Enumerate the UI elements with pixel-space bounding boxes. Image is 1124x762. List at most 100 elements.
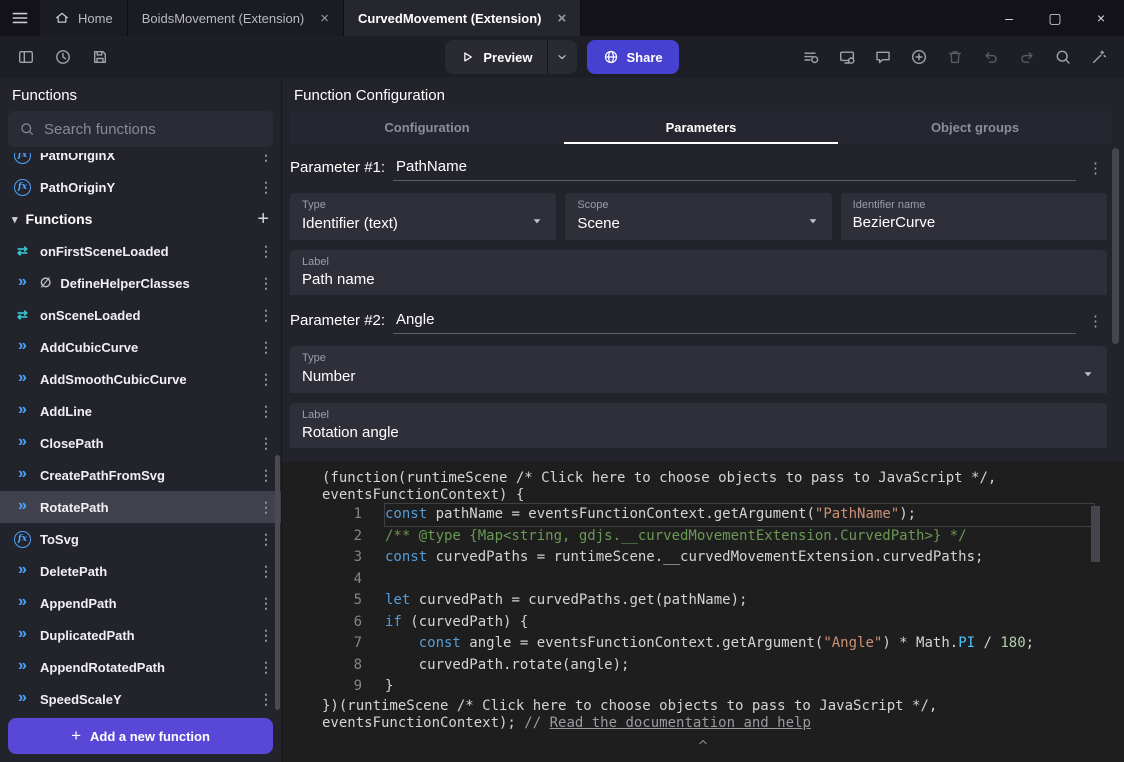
code-line[interactable]: 5let curvedPath = curvedPaths.get(pathNa… bbox=[282, 590, 1124, 612]
tab-configuration[interactable]: Configuration bbox=[290, 111, 564, 144]
add-circle-button[interactable] bbox=[903, 42, 934, 73]
parameter-menu-icon[interactable]: ⋮ bbox=[1084, 159, 1107, 181]
code-wrapper-line[interactable]: })(runtimeScene /* Click here to choose … bbox=[282, 698, 1124, 715]
code-line[interactable]: 6if (curvedPath) { bbox=[282, 612, 1124, 634]
share-button[interactable]: Share bbox=[587, 40, 679, 74]
sidebar-item-appendpath[interactable]: »AppendPath⋮ bbox=[0, 587, 281, 619]
menu-button[interactable] bbox=[0, 0, 40, 36]
code-line[interactable]: 7 const angle = eventsFunctionContext.ge… bbox=[282, 633, 1124, 655]
search-functions-input[interactable]: Search functions bbox=[8, 111, 273, 147]
item-menu-icon[interactable]: ⋮ bbox=[259, 307, 271, 324]
sidebar-scrollbar[interactable] bbox=[275, 455, 280, 710]
action-icon: » bbox=[14, 467, 31, 484]
preview-options-button[interactable] bbox=[547, 40, 577, 74]
functions-section-header[interactable]: ▾Functions+ bbox=[0, 203, 281, 235]
editor-scrollbar[interactable] bbox=[1091, 506, 1100, 562]
close-button[interactable]: × bbox=[1078, 0, 1124, 36]
maximize-button[interactable]: ▢ bbox=[1032, 0, 1078, 36]
preview-button[interactable]: Preview bbox=[445, 40, 546, 74]
app-tab-curvedmovement-extension[interactable]: CurvedMovement (Extension)× bbox=[344, 0, 581, 36]
field-label[interactable]: LabelRotation angle bbox=[290, 403, 1107, 448]
code-line[interactable]: 8 curvedPath.rotate(angle); bbox=[282, 655, 1124, 677]
project-manager-button[interactable] bbox=[10, 42, 41, 73]
sidebar-item-tosvg[interactable]: fxToSvg⋮ bbox=[0, 523, 281, 555]
sidebar-item-onfirstsceneloaded[interactable]: ⇄onFirstSceneLoaded⋮ bbox=[0, 235, 281, 267]
field-label[interactable]: LabelPath name bbox=[290, 250, 1107, 295]
sidebar-item-deletepath[interactable]: »DeletePath⋮ bbox=[0, 555, 281, 587]
params-scrollbar[interactable] bbox=[1112, 148, 1119, 344]
sidebar-item-rotatepath[interactable]: »RotatePath⋮ bbox=[0, 491, 281, 523]
line-number: 4 bbox=[282, 569, 362, 591]
item-menu-icon[interactable]: ⋮ bbox=[259, 563, 271, 580]
sidebar-item-onsceneloaded[interactable]: ⇄onSceneLoaded⋮ bbox=[0, 299, 281, 331]
function-item-label: ClosePath bbox=[40, 436, 250, 451]
undo-button[interactable] bbox=[975, 42, 1006, 73]
feedback-button[interactable] bbox=[867, 42, 898, 73]
item-menu-icon[interactable]: ⋮ bbox=[259, 339, 271, 356]
code-line[interactable]: 3const curvedPaths = runtimeScene.__curv… bbox=[282, 547, 1124, 569]
code-wrapper-line[interactable]: eventsFunctionContext) { bbox=[282, 487, 1124, 504]
collapse-editor-icon[interactable] bbox=[282, 735, 1124, 753]
code-line[interactable]: 1const pathName = eventsFunctionContext.… bbox=[282, 504, 1124, 526]
sidebar-item-definehelperclasses[interactable]: »∅DefineHelperClasses⋮ bbox=[0, 267, 281, 299]
code-editor[interactable]: (function(runtimeScene /* Click here to … bbox=[282, 462, 1124, 762]
field-type[interactable]: TypeNumber bbox=[290, 346, 1107, 393]
sidebar-item-speedscaley[interactable]: »SpeedScaleY⋮ bbox=[0, 683, 281, 710]
toolbar-right-group bbox=[679, 42, 1114, 73]
add-function-button[interactable]: + Add a new function bbox=[8, 718, 273, 754]
tab-close-icon[interactable]: × bbox=[320, 10, 329, 27]
add-function-icon[interactable]: + bbox=[257, 208, 269, 231]
sidebar-item-createpathfromsvg[interactable]: »CreatePathFromSvg⋮ bbox=[0, 459, 281, 491]
sidebar-item-pathoriginy[interactable]: fxPathOriginY⋮ bbox=[0, 171, 281, 203]
code-wrapper-line[interactable]: eventsFunctionContext); // Read the docu… bbox=[282, 715, 1124, 732]
field-type[interactable]: TypeIdentifier (text) bbox=[290, 193, 556, 240]
field-scope[interactable]: ScopeScene bbox=[565, 193, 831, 240]
tab-parameters[interactable]: Parameters bbox=[564, 111, 838, 144]
app-tab-home[interactable]: Home bbox=[40, 0, 128, 36]
item-menu-icon[interactable]: ⋮ bbox=[259, 627, 271, 644]
parameter-name-input[interactable]: PathName bbox=[393, 158, 1076, 181]
sidebar-item-pathoriginx[interactable]: fxPathOriginX⋮ bbox=[0, 153, 281, 171]
sidebar-item-duplicatedpath[interactable]: »DuplicatedPath⋮ bbox=[0, 619, 281, 651]
code-wrapper-line[interactable]: (function(runtimeScene /* Click here to … bbox=[282, 470, 1124, 487]
window-controls: – ▢ × bbox=[986, 0, 1124, 36]
parameter-name-input[interactable]: Angle bbox=[393, 311, 1076, 334]
trash-button[interactable] bbox=[939, 42, 970, 73]
item-menu-icon[interactable]: ⋮ bbox=[259, 691, 271, 708]
network-preview-button[interactable] bbox=[831, 42, 862, 73]
item-menu-icon[interactable]: ⋮ bbox=[259, 595, 271, 612]
sidebar-item-appendrotatedpath[interactable]: »AppendRotatedPath⋮ bbox=[0, 651, 281, 683]
debugger-button[interactable] bbox=[795, 42, 826, 73]
item-menu-icon[interactable]: ⋮ bbox=[259, 275, 271, 292]
save-button[interactable] bbox=[84, 42, 115, 73]
app-tab-boidsmovement-extension[interactable]: BoidsMovement (Extension)× bbox=[128, 0, 344, 36]
tab-close-icon[interactable]: × bbox=[558, 10, 567, 27]
history-button[interactable] bbox=[47, 42, 78, 73]
item-menu-icon[interactable]: ⋮ bbox=[259, 659, 271, 676]
item-menu-icon[interactable]: ⋮ bbox=[259, 243, 271, 260]
item-menu-icon[interactable]: ⋮ bbox=[259, 467, 271, 484]
item-menu-icon[interactable]: ⋮ bbox=[259, 531, 271, 548]
documentation-link[interactable]: Read the documentation and help bbox=[550, 715, 811, 731]
redo-button[interactable] bbox=[1011, 42, 1042, 73]
field-identifier-name[interactable]: Identifier nameBezierCurve bbox=[841, 193, 1107, 240]
code-line[interactable]: 2/** @type {Map<string, gdjs.__curvedMov… bbox=[282, 526, 1124, 548]
sidebar-item-closepath[interactable]: »ClosePath⋮ bbox=[0, 427, 281, 459]
tab-object-groups[interactable]: Object groups bbox=[838, 111, 1112, 144]
item-menu-icon[interactable]: ⋮ bbox=[259, 403, 271, 420]
code-line[interactable]: 9} bbox=[282, 676, 1124, 698]
item-menu-icon[interactable]: ⋮ bbox=[259, 179, 271, 196]
parameter-menu-icon[interactable]: ⋮ bbox=[1084, 312, 1107, 334]
sidebar-item-addcubiccurve[interactable]: »AddCubicCurve⋮ bbox=[0, 331, 281, 363]
sidebar-item-addsmoothcubiccurve[interactable]: »AddSmoothCubicCurve⋮ bbox=[0, 363, 281, 395]
minimize-button[interactable]: – bbox=[986, 0, 1032, 36]
magic-wand-button[interactable] bbox=[1083, 42, 1114, 73]
item-menu-icon[interactable]: ⋮ bbox=[259, 435, 271, 452]
item-menu-icon[interactable]: ⋮ bbox=[259, 499, 271, 516]
search-button[interactable] bbox=[1047, 42, 1078, 73]
sidebar-item-addline[interactable]: »AddLine⋮ bbox=[0, 395, 281, 427]
action-icon: » bbox=[14, 275, 31, 292]
item-menu-icon[interactable]: ⋮ bbox=[259, 371, 271, 388]
code-line[interactable]: 4 bbox=[282, 569, 1124, 591]
item-menu-icon[interactable]: ⋮ bbox=[259, 153, 271, 164]
